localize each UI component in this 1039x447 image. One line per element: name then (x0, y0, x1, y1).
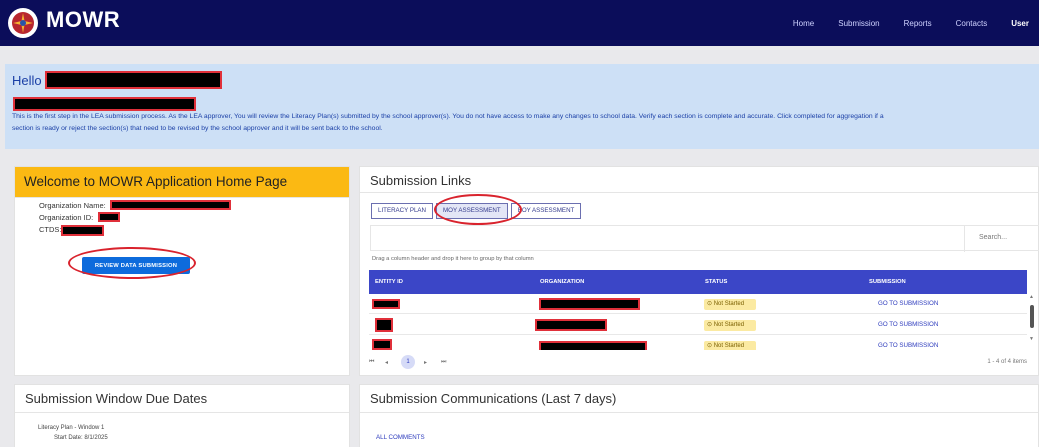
clock-icon: ⊙ (707, 322, 714, 328)
redacted-entity-id (375, 318, 393, 332)
submission-links-panel: Submission Links LITERACY PLAN MOY ASSES… (359, 166, 1039, 376)
submission-links-title: Submission Links (360, 167, 1038, 193)
due-item-start-date: Start Date: 8/1/2025 (54, 435, 108, 441)
redacted-entity-id (372, 339, 392, 350)
pager-summary: 1 - 4 of 4 items (987, 359, 1027, 365)
redacted-ctds (61, 225, 104, 236)
redacted-user-name (45, 71, 222, 89)
scroll-thumb[interactable] (1030, 305, 1034, 328)
nav-links: Home Submission Reports Contacts User (793, 0, 1029, 46)
redacted-organization-name (535, 319, 607, 331)
column-submission[interactable]: SUBMISSION (869, 279, 906, 285)
nav-reports[interactable]: Reports (904, 19, 932, 28)
grid-pager: ⏮ ◂ 1 ▸ ⏭ 1 - 4 of 4 items (369, 354, 1039, 370)
column-entity-id[interactable]: ENTITY ID (375, 279, 403, 285)
communications-panel: Submission Communications (Last 7 days) … (359, 384, 1039, 447)
status-text: Not Started (713, 343, 745, 349)
tab-eoy-assessment[interactable]: EOY ASSESSMENT (510, 203, 582, 219)
org-name-row: Organization Name: (39, 201, 106, 210)
redacted-entity-id (372, 299, 400, 309)
page-number-button[interactable]: 1 (401, 355, 415, 369)
hello-greeting: Hello (12, 73, 42, 88)
due-item-title: Literacy Plan - Window 1 (38, 425, 105, 431)
scroll-down-icon[interactable]: ▼ (1029, 336, 1034, 342)
scroll-up-icon[interactable]: ▲ (1029, 294, 1034, 300)
redacted-organization-name (539, 341, 647, 350)
redacted-org-id (98, 212, 120, 222)
status-badge: ⊙ Not Started (704, 341, 756, 350)
state-seal-logo-icon (8, 8, 38, 38)
status-badge: ⊙ Not Started (704, 320, 756, 331)
first-page-icon[interactable]: ⏮ (369, 359, 374, 366)
status-text: Not Started (713, 322, 745, 328)
hello-instructions-line2: section is ready or reject the section(s… (12, 125, 383, 132)
due-dates-title: Submission Window Due Dates (15, 385, 349, 413)
welcome-title: Welcome to MOWR Application Home Page (15, 167, 349, 198)
status-text: Not Started (713, 301, 745, 307)
search-input[interactable]: Search... (964, 226, 1039, 252)
tab-literacy-plan[interactable]: LITERACY PLAN (371, 203, 434, 219)
grid-scrollbar[interactable]: ▲ ▼ (1028, 294, 1036, 344)
assessment-tabs: LITERACY PLAN MOY ASSESSMENT EOY ASSESSM… (371, 203, 584, 219)
column-organization[interactable]: ORGANIZATION (540, 279, 584, 285)
group-by-hint: Drag a column header and drop it here to… (372, 256, 534, 262)
due-dates-panel: Submission Window Due Dates Literacy Pla… (14, 384, 350, 447)
redacted-organization (13, 97, 196, 111)
prev-page-icon[interactable]: ◂ (385, 359, 388, 366)
app-title[interactable]: MOWR (46, 7, 120, 33)
table-row: ⊙ Not Started GO TO SUBMISSION (369, 294, 1027, 314)
review-data-submission-button[interactable]: REVIEW DATA SUBMISSION (82, 257, 190, 274)
clock-icon: ⊙ (707, 301, 714, 307)
status-badge: ⊙ Not Started (704, 299, 756, 310)
nav-contacts[interactable]: Contacts (956, 19, 988, 28)
ctds-row: CTDS: (39, 225, 62, 234)
table-row: ⊙ Not Started GO TO SUBMISSION (369, 336, 1027, 350)
org-name-label: Organization Name: (39, 201, 106, 210)
grid-header: ENTITY ID ORGANIZATION STATUS SUBMISSION (369, 270, 1027, 294)
go-to-submission-link[interactable]: GO TO SUBMISSION (878, 300, 938, 307)
org-id-label: Organization ID: (39, 213, 94, 222)
next-page-icon[interactable]: ▸ (424, 359, 427, 366)
grid-toolbar: Search... (370, 225, 1039, 252)
ctds-label: CTDS: (39, 225, 62, 234)
table-row: ⊙ Not Started GO TO SUBMISSION (369, 315, 1027, 335)
go-to-submission-link[interactable]: GO TO SUBMISSION (878, 321, 938, 328)
user-menu[interactable]: User (1011, 19, 1029, 28)
column-status[interactable]: STATUS (705, 279, 727, 285)
hello-instructions-line1: This is the first step in the LEA submis… (12, 113, 884, 120)
clock-icon: ⊙ (707, 343, 714, 349)
nav-submission[interactable]: Submission (838, 19, 879, 28)
redacted-org-name (110, 200, 231, 210)
hello-instructions: This is the first step in the LEA submis… (12, 111, 1039, 135)
communications-title: Submission Communications (Last 7 days) (360, 385, 1038, 413)
tab-moy-assessment[interactable]: MOY ASSESSMENT (436, 203, 508, 219)
nav-home[interactable]: Home (793, 19, 814, 28)
top-navigation-bar: MOWR Home Submission Reports Contacts Us… (0, 0, 1039, 46)
last-page-icon[interactable]: ⏭ (441, 359, 446, 366)
go-to-submission-link[interactable]: GO TO SUBMISSION (878, 342, 938, 349)
hello-banner: Hello This is the first step in the LEA … (5, 64, 1039, 149)
all-comments-link[interactable]: ALL COMMENTS (376, 434, 425, 441)
welcome-panel: Welcome to MOWR Application Home Page Or… (14, 166, 350, 376)
redacted-organization-name (539, 298, 640, 310)
org-id-row: Organization ID: (39, 213, 93, 222)
